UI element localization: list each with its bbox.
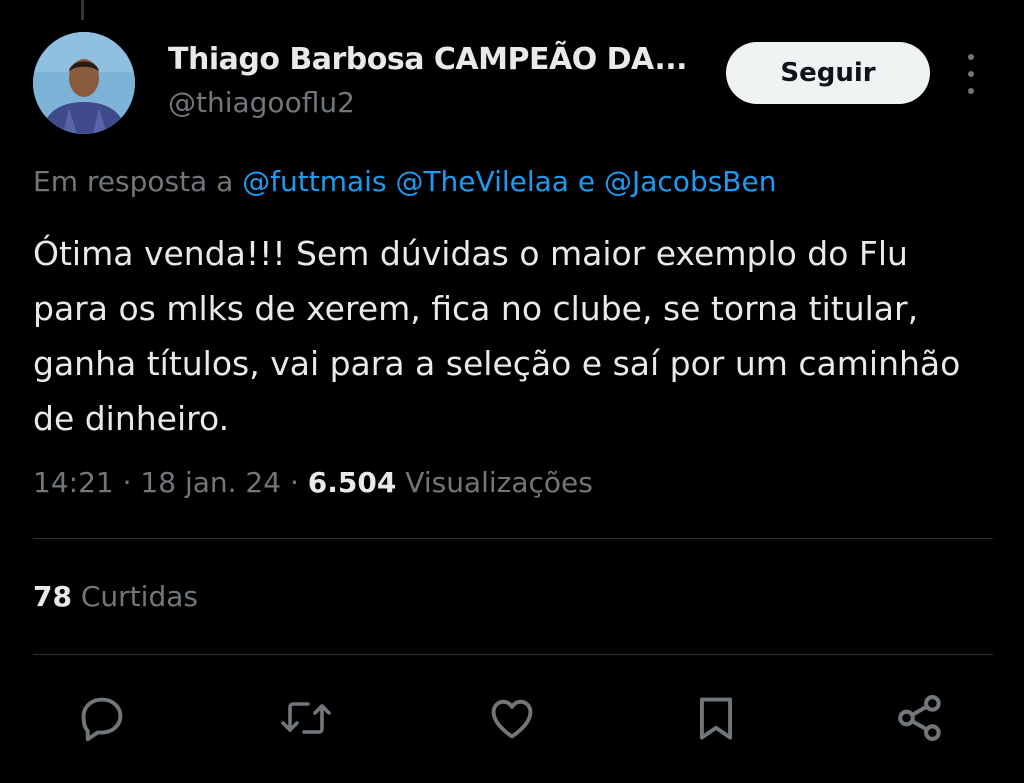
more-options-icon[interactable] bbox=[956, 54, 986, 94]
divider-top bbox=[33, 538, 993, 539]
avatar[interactable] bbox=[33, 32, 135, 134]
thread-connector-line bbox=[81, 0, 84, 20]
tweet-time[interactable]: 14:21 bbox=[33, 466, 114, 499]
share-icon[interactable] bbox=[892, 690, 948, 746]
author-display-name[interactable]: Thiago Barbosa CAMPEÃO DA... bbox=[168, 42, 688, 77]
reply-prefix: Em resposta a bbox=[33, 165, 234, 198]
bookmark-icon[interactable] bbox=[688, 690, 744, 746]
likes-count: 78 bbox=[33, 580, 72, 613]
tweet-text: Ótima venda!!! Sem dúvidas o maior exemp… bbox=[33, 234, 961, 438]
retweet-icon[interactable] bbox=[278, 690, 334, 746]
mention-link-futtmais[interactable]: @futtmais bbox=[242, 165, 386, 198]
views-label: Visualizações bbox=[405, 466, 593, 499]
likes-stat[interactable]: 78 Curtidas bbox=[33, 580, 198, 613]
reply-icon[interactable] bbox=[74, 690, 130, 746]
mention-link-jacobsben[interactable]: @JacobsBen bbox=[604, 165, 776, 198]
author-handle[interactable]: @thiagooflu2 bbox=[168, 86, 355, 119]
meta-separator: · bbox=[122, 466, 132, 499]
likes-label: Curtidas bbox=[80, 580, 198, 613]
divider-bottom bbox=[33, 654, 993, 655]
reply-conjunction: e bbox=[577, 165, 596, 198]
mention-link-thevilelaa[interactable]: @TheVilelaa bbox=[395, 165, 569, 198]
tweet-date[interactable]: 18 jan. 24 bbox=[140, 466, 281, 499]
tweet-meta: 14:21 · 18 jan. 24 · 6.504 Visualizações bbox=[33, 466, 593, 499]
reply-context: Em resposta a @futtmais @TheVilelaa e @J… bbox=[33, 165, 776, 198]
meta-separator-2: · bbox=[289, 466, 299, 499]
views-count: 6.504 bbox=[307, 466, 397, 499]
follow-button[interactable]: Seguir bbox=[726, 42, 930, 104]
like-icon[interactable] bbox=[484, 690, 540, 746]
